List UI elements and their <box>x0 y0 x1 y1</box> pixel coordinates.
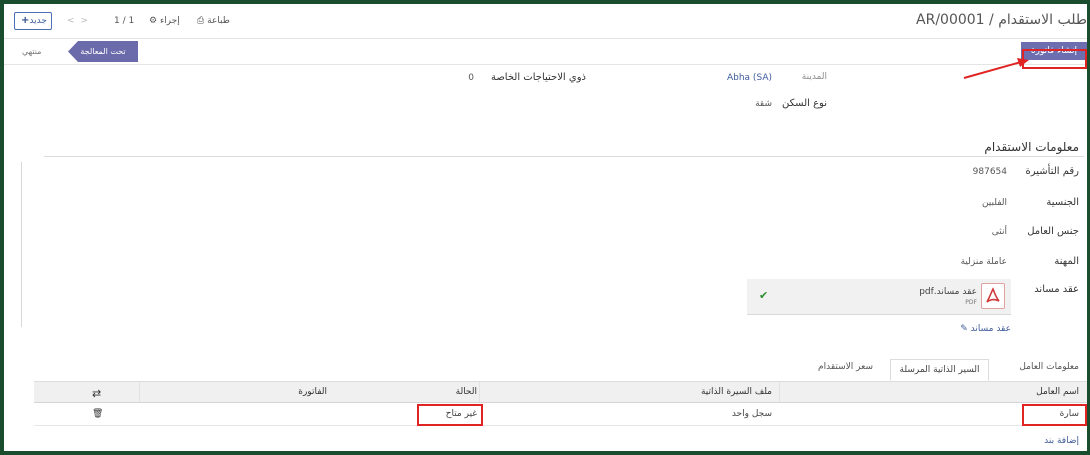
special-needs-value: 0 <box>468 73 474 83</box>
tab-sent-cvs[interactable]: السير الذاتية المرسلة <box>890 359 989 381</box>
section-divider <box>44 156 1084 157</box>
sheet-border <box>21 162 22 327</box>
page-title: طلب الاستقدام / AR/00001 <box>916 12 1087 28</box>
add-attachment-label: عقد مساند <box>970 324 1011 334</box>
housing-value: شقة <box>755 99 772 109</box>
visa-label: رقم التأشيرة <box>1025 166 1080 177</box>
attachment-card[interactable]: عقد مساند.pdf PDF ✔ <box>747 279 1011 315</box>
new-button-label: جديد <box>29 16 47 26</box>
housing-label: نوع السكن <box>782 98 827 109</box>
profession-label: المهنة <box>1054 256 1079 267</box>
cell-cv[interactable]: سجل واحد <box>732 409 772 419</box>
col-separator <box>779 382 780 402</box>
highlight-invoice-button <box>1022 49 1087 69</box>
tab-worker-info[interactable]: معلومات العامل <box>1019 362 1079 372</box>
printer-icon: ⎙ <box>197 16 205 26</box>
nationality-label: الجنسية <box>1046 197 1079 208</box>
nationality-value: الفلبين <box>981 198 1007 208</box>
pdf-icon <box>981 283 1005 309</box>
paperclip-icon: ✎ <box>960 324 968 334</box>
contract-label: عقد مساند <box>1034 284 1079 295</box>
status-bar: منتهي تحت المعالجة إنشاء فاتورة <box>4 39 1087 65</box>
attachment-filename[interactable]: عقد مساند.pdf <box>919 287 977 297</box>
col-invoice[interactable]: الفاتورة <box>298 387 327 397</box>
check-icon: ✔ <box>759 289 769 302</box>
tab-recruitment-price[interactable]: سعر الاستقدام <box>818 362 873 372</box>
profession-value: عاملة منزلية <box>960 257 1007 267</box>
col-separator <box>479 382 480 402</box>
action-label: إجراء <box>159 16 180 26</box>
recruitment-section-title: معلومات الاستقدام <box>984 140 1079 154</box>
stage-active[interactable]: تحت المعالجة <box>68 41 138 62</box>
stage-done[interactable]: منتهي <box>22 47 41 56</box>
gender-label: جنس العامل <box>1027 226 1079 237</box>
attachment-ext: PDF <box>965 299 977 306</box>
gear-icon: ⚙ <box>149 16 158 26</box>
optional-columns-icon[interactable]: ⇄ <box>92 387 101 400</box>
visa-value: 987654 <box>972 167 1007 177</box>
city-value[interactable]: Abha (SA) <box>727 73 772 83</box>
col-separator <box>139 382 140 402</box>
special-needs-label: ذوي الاحتياجات الخاصة <box>490 72 586 83</box>
chevron-right-icon[interactable]: > <box>81 16 95 26</box>
chevron-left-icon[interactable]: < <box>67 16 81 26</box>
pager-value[interactable]: 1 / 1 <box>114 16 134 26</box>
print-label: طباعة <box>207 16 230 26</box>
gender-value: أنثى <box>991 227 1007 237</box>
print-menu[interactable]: ⎙ طباعة <box>197 16 230 26</box>
trash-icon[interactable]: 🗑 <box>92 409 103 419</box>
add-attachment-link[interactable]: ✎ عقد مساند <box>960 324 1011 334</box>
city-label: المدينة <box>801 72 827 82</box>
col-status[interactable]: الحالة <box>456 387 477 397</box>
add-line-link[interactable]: إضافة بند <box>1044 436 1079 446</box>
col-cv[interactable]: ملف السيرة الذاتية <box>701 387 772 397</box>
table-header: اسم العامل ملف السيرة الذاتية الحالة الف… <box>34 382 1087 403</box>
new-button[interactable]: +جديد <box>14 12 52 30</box>
col-worker[interactable]: اسم العامل <box>1036 387 1079 397</box>
form-view: +جديد <> 1 / 1 ⚙ إجراء ⎙ طباعة طلب الاست… <box>4 4 1087 451</box>
pager-nav[interactable]: <> <box>67 16 94 26</box>
action-menu[interactable]: ⚙ إجراء <box>149 16 180 26</box>
table-row[interactable]: سارة سجل واحد غير متاح 🗑 <box>34 403 1087 426</box>
highlight-worker-cell <box>1022 404 1087 426</box>
control-panel: +جديد <> 1 / 1 ⚙ إجراء ⎙ طباعة طلب الاست… <box>4 4 1087 39</box>
highlight-status-cell <box>417 404 483 426</box>
